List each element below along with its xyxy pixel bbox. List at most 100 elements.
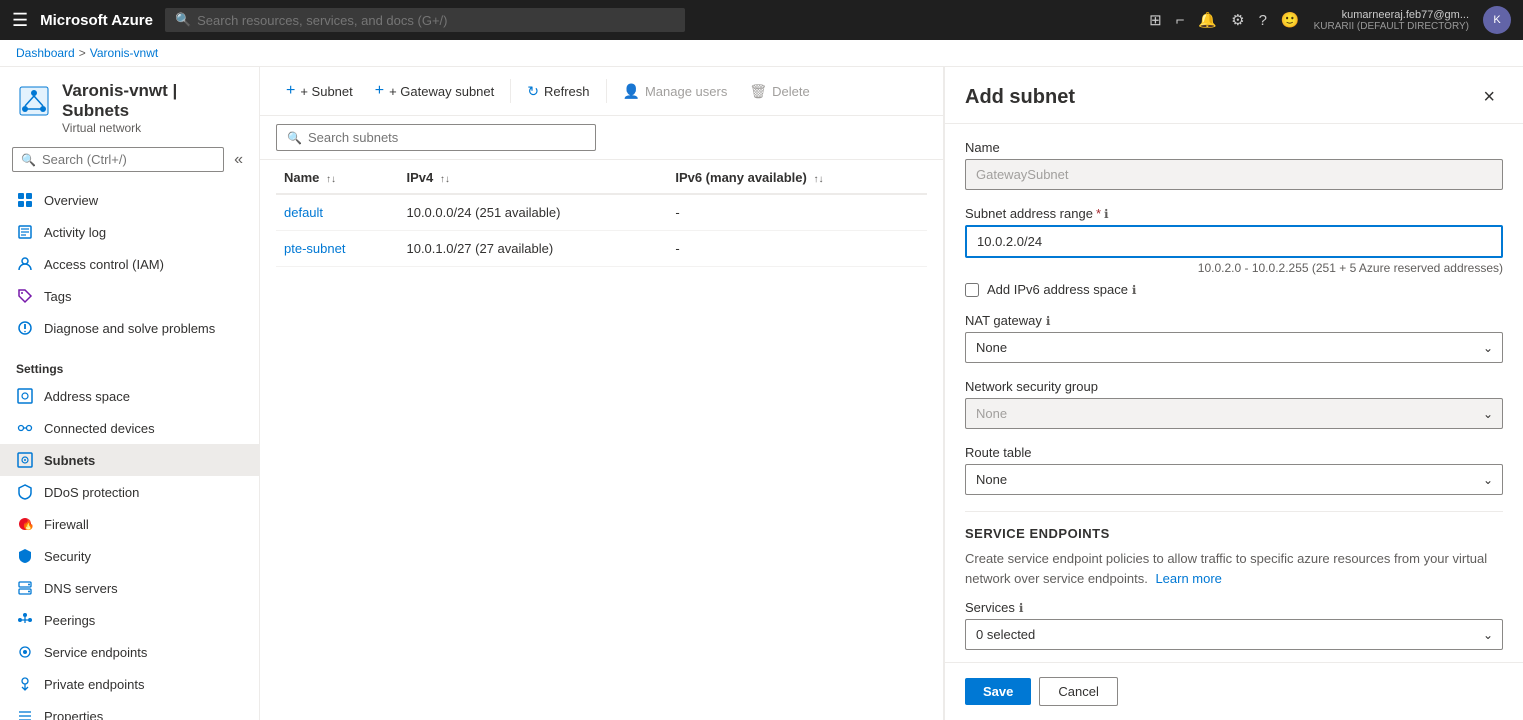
close-panel-button[interactable]: × [1475,83,1503,111]
table-header-ipv6[interactable]: IPv6 (many available) ↑↓ [667,160,927,194]
nat-gateway-select-wrap: None ⌄ [965,332,1503,363]
search-icon: 🔍 [175,12,191,28]
sidebar-search-box[interactable]: 🔍 [12,147,224,172]
sidebar-nav-connected-devices[interactable]: Connected devices [0,412,259,444]
route-table-select[interactable]: None [965,464,1503,495]
add-gateway-subnet-button[interactable]: + + Gateway subnet [365,77,505,105]
resource-subtitle: Virtual network [62,121,243,135]
sidebar-nav-access-control[interactable]: Access control (IAM) [0,248,259,280]
delete-label: Delete [772,84,810,99]
table-cell-name-pte: pte-subnet [276,231,398,267]
table-header-name[interactable]: Name ↑↓ [276,160,398,194]
content-area: Varonis-vnwt | Subnets Virtual network 🔍… [0,67,1523,720]
breadcrumb-current[interactable]: Varonis-vnwt [90,46,158,60]
sidebar-nav-ddos-protection[interactable]: DDoS protection [0,476,259,508]
subnet-range-info-icon[interactable]: ℹ [1104,207,1109,221]
table-cell-ipv6-pte: - [667,231,927,267]
help-icon[interactable]: ? [1259,12,1267,29]
topbar-icons: ⊞ ⌐ 🔔 ⚙ ? 🙂 kumarneeraj.feb77@gm... KURA… [1149,6,1511,34]
dns-servers-icon [16,580,34,596]
notifications-icon[interactable]: 🔔 [1198,11,1217,29]
portal-menu-icon[interactable]: ⊞ [1149,11,1162,29]
sidebar-nav-dns-servers[interactable]: DNS servers [0,572,259,604]
services-info-icon[interactable]: ℹ [1019,601,1024,615]
ipv6-checkbox-row: Add IPv6 address space ℹ [965,282,1503,297]
nat-info-icon[interactable]: ℹ [1046,314,1051,328]
manage-users-button[interactable]: 👤 Manage users [613,78,738,105]
sidebar-nav-private-endpoints[interactable]: Private endpoints [0,668,259,700]
properties-icon [16,708,34,720]
name-form-group: Name [965,140,1503,190]
sidebar-nav-security[interactable]: Security [0,540,259,572]
sidebar-nav-subnets[interactable]: Subnets [0,444,259,476]
save-button[interactable]: Save [965,678,1031,705]
sidebar-nav-address-space[interactable]: Address space [0,380,259,412]
services-select-wrap: 0 selected ⌄ [965,619,1503,650]
nat-gateway-select[interactable]: None [965,332,1503,363]
table-cell-ipv4-pte: 10.0.1.0/27 (27 available) [398,231,667,267]
add-subnet-panel: Add subnet × Name Subnet address range *… [943,67,1523,720]
add-subnet-button[interactable]: + + Subnet [276,77,363,105]
service-endpoints-label: Service endpoints [44,645,147,660]
connected-devices-label: Connected devices [44,421,155,436]
search-bar-wrap: 🔍 [260,116,943,160]
subnet-search-icon: 🔍 [287,131,302,145]
user-info[interactable]: kumarneeraj.feb77@gm... KURARII (DEFAULT… [1314,9,1469,32]
refresh-button[interactable]: ↻ Refresh [517,78,599,105]
route-table-label: Route table [965,445,1503,460]
delete-button[interactable]: 🗑 Delete [739,78,819,105]
hamburger-icon[interactable]: ☰ [12,10,28,31]
ddos-protection-icon [16,484,34,500]
subnet-address-range-input[interactable] [965,225,1503,258]
subnet-link-pte[interactable]: pte-subnet [284,241,345,256]
subnet-hint: 10.0.2.0 - 10.0.2.255 (251 + 5 Azure res… [965,258,1503,278]
toolbar-separator-2 [606,79,607,103]
breadcrumb-separator: > [79,46,86,60]
sidebar-nav-tags[interactable]: Tags [0,280,259,312]
nsg-select[interactable]: None [965,398,1503,429]
cloud-shell-icon[interactable]: ⌐ [1176,12,1185,29]
table-header-ipv4[interactable]: IPv4 ↑↓ [398,160,667,194]
subnet-search-box[interactable]: 🔍 [276,124,596,151]
ipv6-info-icon[interactable]: ℹ [1132,283,1137,297]
ipv6-checkbox[interactable] [965,283,979,297]
sidebar-nav-peerings[interactable]: Peerings [0,604,259,636]
nat-gateway-form-group: NAT gateway ℹ None ⌄ [965,313,1503,363]
sidebar-nav-diagnose[interactable]: Diagnose and solve problems [0,312,259,344]
service-endpoints-divider [965,511,1503,512]
global-search-input[interactable] [197,13,675,28]
sidebar-search-wrap: 🔍 « [0,139,259,180]
vnet-icon [16,83,52,119]
nsg-form-group: Network security group None ⌄ [965,379,1503,429]
panel-body: Name Subnet address range * ℹ 10.0.2.0 -… [945,124,1523,662]
sidebar-nav-firewall[interactable]: 🔥 Firewall [0,508,259,540]
subnet-link-default[interactable]: default [284,205,323,220]
table-row: default 10.0.0.0/24 (251 available) - [276,194,927,231]
sidebar-nav-activity-log[interactable]: Activity log [0,216,259,248]
subnet-search-input[interactable] [308,130,585,145]
cancel-button[interactable]: Cancel [1039,677,1117,706]
learn-more-link[interactable]: Learn more [1155,571,1221,586]
sidebar-search-input[interactable] [42,152,215,167]
subnets-icon [16,452,34,468]
table-cell-name-default: default [276,194,398,231]
breadcrumb-dashboard[interactable]: Dashboard [16,46,75,60]
private-endpoints-label: Private endpoints [44,677,144,692]
global-search[interactable]: 🔍 [165,8,685,32]
settings-icon[interactable]: ⚙ [1231,11,1244,29]
name-input[interactable] [965,159,1503,190]
avatar[interactable]: K [1483,6,1511,34]
dns-servers-label: DNS servers [44,581,118,596]
refresh-icon: ↻ [527,83,539,100]
sidebar-nav-overview[interactable]: Overview [0,184,259,216]
panel-title: Add subnet [965,86,1075,109]
sidebar-collapse-button[interactable]: « [230,151,247,169]
sidebar-nav-properties[interactable]: Properties [0,700,259,720]
access-control-label: Access control (IAM) [44,257,164,272]
feedback-icon[interactable]: 🙂 [1281,11,1300,29]
sidebar-nav-service-endpoints[interactable]: Service endpoints [0,636,259,668]
activity-log-label: Activity log [44,225,106,240]
name-label: Name [965,140,1503,155]
sidebar-search-icon: 🔍 [21,153,36,167]
services-select[interactable]: 0 selected [965,619,1503,650]
